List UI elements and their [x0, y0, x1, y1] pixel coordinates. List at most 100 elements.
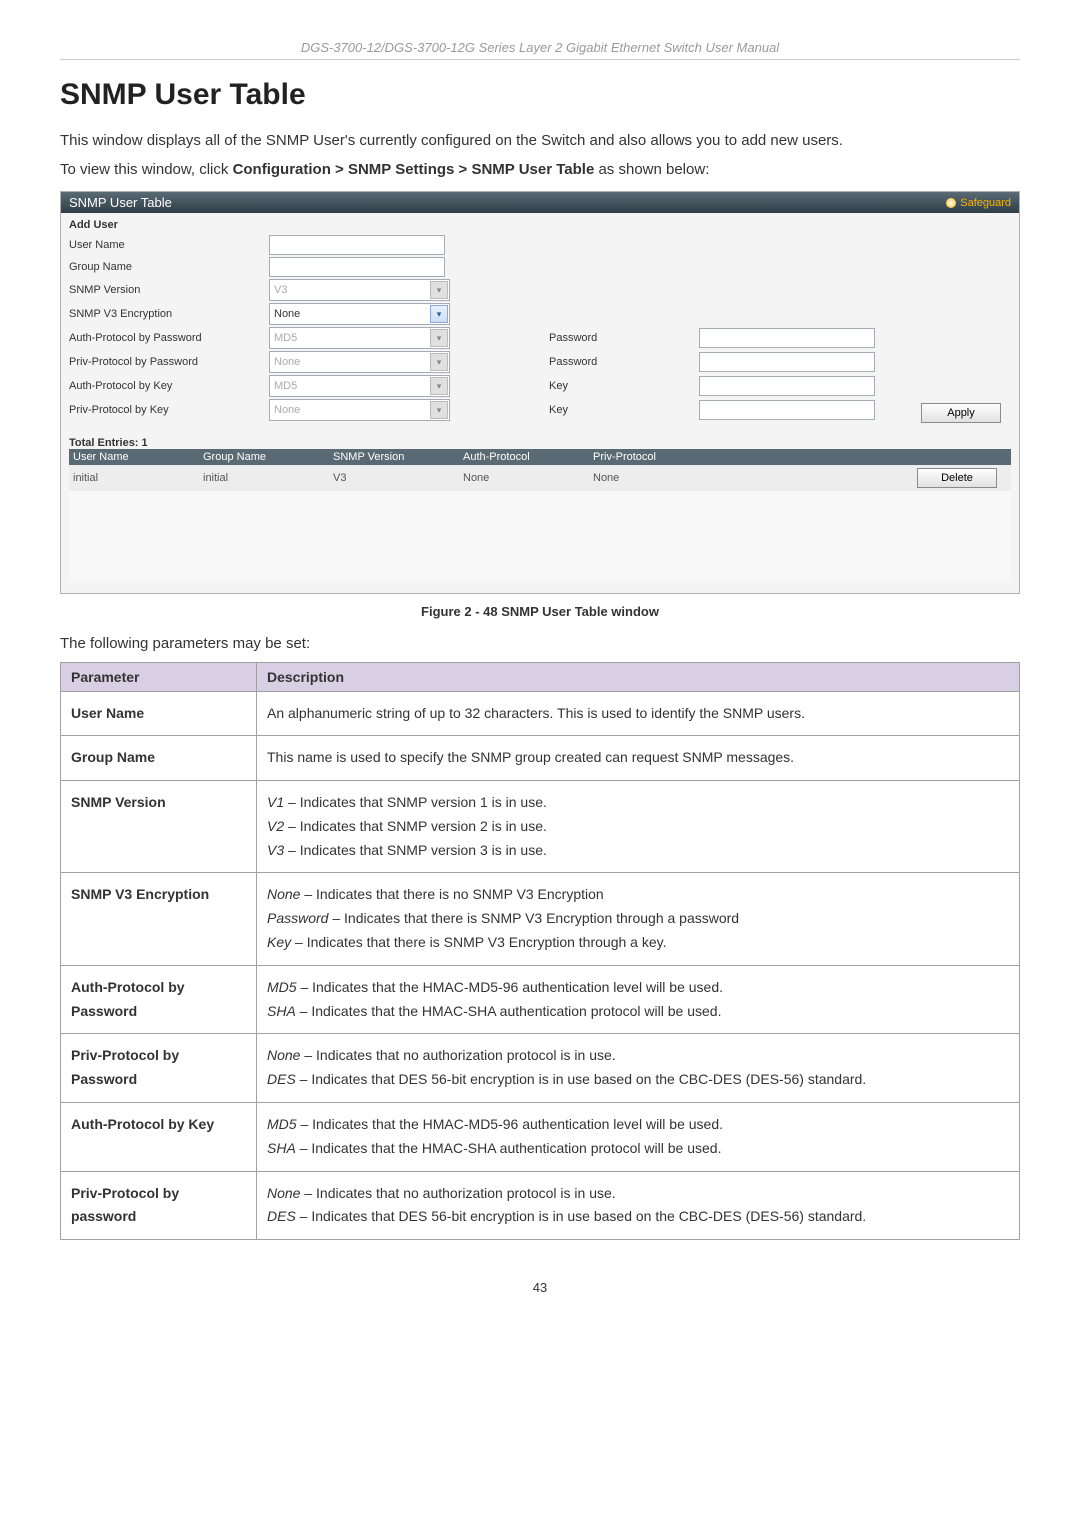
th-user-name: User Name — [73, 451, 203, 463]
add-user-heading: Add User — [69, 219, 1011, 231]
label-group-name: Group Name — [69, 261, 269, 273]
label-priv-protocol-key: Priv-Protocol by Key — [69, 404, 269, 416]
chevron-down-icon: ▾ — [430, 377, 448, 395]
empty-area — [69, 491, 1011, 581]
chevron-down-icon: ▾ — [430, 281, 448, 299]
th-auth-protocol: Auth-Protocol — [463, 451, 593, 463]
shield-icon — [946, 198, 956, 208]
snmp-v3-encryption-select[interactable]: None ▾ — [269, 303, 450, 325]
desc-group-name: This name is used to specify the SNMP gr… — [257, 736, 1020, 781]
desc-auth-protocol-password: MD5 – Indicates that the HMAC-MD5-96 aut… — [257, 965, 1020, 1034]
opt-rest: – Indicates that DES 56-bit encryption i… — [296, 1071, 866, 1087]
panel-body: Add User User Name Group Name SNMP Versi… — [61, 213, 1019, 593]
priv-key-input[interactable] — [699, 400, 875, 420]
label-auth-protocol-password: Auth-Protocol by Password — [69, 332, 269, 344]
th-description: Description — [257, 662, 1020, 691]
opt-rest: – Indicates that SNMP version 1 is in us… — [284, 794, 547, 810]
delete-button[interactable]: Delete — [917, 468, 997, 488]
auth-protocol-key-select[interactable]: MD5 ▾ — [269, 375, 450, 397]
auth-protocol-key-value: MD5 — [274, 380, 297, 392]
param-priv-protocol-password: Priv-Protocol by Password — [61, 1034, 257, 1103]
table-row: initial initial V3 None None Delete — [69, 465, 1011, 491]
snmp-v3-encryption-value: None — [274, 308, 300, 320]
user-name-input[interactable] — [269, 235, 445, 255]
opt: MD5 — [267, 979, 297, 995]
opt: None — [267, 1047, 300, 1063]
param-user-name: User Name — [61, 691, 257, 736]
chevron-down-icon: ▾ — [430, 353, 448, 371]
param-snmp-version: SNMP Version — [61, 781, 257, 873]
opt-rest: – Indicates that the HMAC-SHA authentica… — [296, 1140, 722, 1156]
label-password-2: Password — [449, 356, 699, 368]
opt-rest: – Indicates that the HMAC-MD5-96 authent… — [297, 1116, 723, 1132]
snmp-version-select[interactable]: V3 ▾ — [269, 279, 450, 301]
intro-line-2: To view this window, click Configuration… — [60, 159, 1020, 182]
param-auth-protocol-password: Auth-Protocol by Password — [61, 965, 257, 1034]
panel-title-bar: SNMP User Table Safeguard — [61, 192, 1019, 213]
opt-rest: – Indicates that there is no SNMP V3 Enc… — [300, 886, 603, 902]
breadcrumb: Configuration > SNMP Settings > SNMP Use… — [233, 161, 595, 178]
param-priv-protocol-password-2: Priv-Protocol by password — [61, 1171, 257, 1240]
opt-rest: – Indicates that there is SNMP V3 Encryp… — [328, 910, 739, 926]
desc-priv-protocol-password-2: None – Indicates that no authorization p… — [257, 1171, 1020, 1240]
intro-suffix: as shown below: — [594, 161, 709, 178]
page-number: 43 — [60, 1280, 1020, 1295]
th-snmp-version: SNMP Version — [333, 451, 463, 463]
cell-auth-protocol: None — [463, 472, 593, 484]
label-auth-protocol-key: Auth-Protocol by Key — [69, 380, 269, 392]
opt: V2 — [267, 818, 284, 834]
opt: SHA — [267, 1140, 296, 1156]
chevron-down-icon: ▾ — [430, 401, 448, 419]
opt: V1 — [267, 794, 284, 810]
th-group-name: Group Name — [203, 451, 333, 463]
priv-protocol-password-value: None — [274, 356, 300, 368]
opt-rest: – Indicates that no authorization protoc… — [300, 1047, 615, 1063]
priv-protocol-key-value: None — [274, 404, 300, 416]
running-header: DGS-3700-12/DGS-3700-12G Series Layer 2 … — [60, 40, 1020, 60]
panel-title: SNMP User Table — [69, 195, 172, 210]
safeguard-label: Safeguard — [960, 197, 1011, 209]
param-snmp-v3-encryption: SNMP V3 Encryption — [61, 873, 257, 965]
group-name-input[interactable] — [269, 257, 445, 277]
apply-button[interactable]: Apply — [921, 403, 1001, 423]
auth-key-input[interactable] — [699, 376, 875, 396]
page-title: SNMP User Table — [60, 78, 1020, 112]
opt-rest: – Indicates that the HMAC-MD5-96 authent… — [297, 979, 723, 995]
cell-group-name: initial — [203, 472, 333, 484]
snmp-user-table-panel: SNMP User Table Safeguard Add User User … — [60, 191, 1020, 594]
auth-protocol-password-value: MD5 — [274, 332, 297, 344]
cell-user-name: initial — [73, 472, 203, 484]
label-key-2: Key — [449, 404, 699, 416]
opt: DES — [267, 1071, 296, 1087]
label-key-1: Key — [449, 380, 699, 392]
th-priv-protocol: Priv-Protocol — [593, 451, 917, 463]
label-user-name: User Name — [69, 239, 269, 251]
desc-user-name: An alphanumeric string of up to 32 chara… — [257, 691, 1020, 736]
auth-password-input[interactable] — [699, 328, 875, 348]
desc-priv-protocol-password: None – Indicates that no authorization p… — [257, 1034, 1020, 1103]
opt-rest: – Indicates that the HMAC-SHA authentica… — [296, 1003, 722, 1019]
opt-rest: – Indicates that DES 56-bit encryption i… — [296, 1208, 866, 1224]
opt: MD5 — [267, 1116, 297, 1132]
opt: DES — [267, 1208, 296, 1224]
snmp-version-value: V3 — [274, 284, 287, 296]
priv-password-input[interactable] — [699, 352, 875, 372]
intro-prefix: To view this window, click — [60, 161, 233, 178]
opt: None — [267, 1185, 300, 1201]
cell-snmp-version: V3 — [333, 472, 463, 484]
chevron-down-icon: ▾ — [430, 305, 448, 323]
safeguard-badge: Safeguard — [946, 197, 1011, 209]
opt: None — [267, 886, 300, 902]
desc-auth-protocol-key: MD5 – Indicates that the HMAC-MD5-96 aut… — [257, 1103, 1020, 1172]
th-parameter: Parameter — [61, 662, 257, 691]
desc-snmp-v3-encryption: None – Indicates that there is no SNMP V… — [257, 873, 1020, 965]
opt-rest: – Indicates that there is SNMP V3 Encryp… — [291, 934, 666, 950]
opt: V3 — [267, 842, 284, 858]
opt: Password — [267, 910, 328, 926]
auth-protocol-password-select[interactable]: MD5 ▾ — [269, 327, 450, 349]
priv-protocol-key-select[interactable]: None ▾ — [269, 399, 450, 421]
opt: Key — [267, 934, 291, 950]
priv-protocol-password-select[interactable]: None ▾ — [269, 351, 450, 373]
param-group-name: Group Name — [61, 736, 257, 781]
label-snmp-version: SNMP Version — [69, 284, 269, 296]
